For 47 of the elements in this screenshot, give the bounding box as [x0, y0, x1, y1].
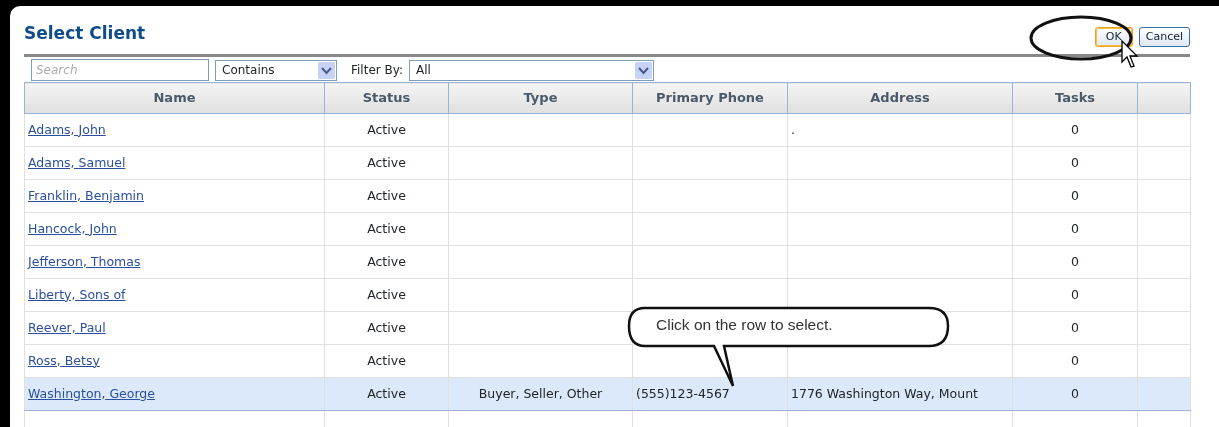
client-name-link[interactable]: Jefferson, Thomas [28, 253, 141, 269]
client-name-link[interactable]: Liberty, Sons of [28, 286, 126, 302]
client-name-link[interactable]: Hancock, John [28, 220, 117, 236]
column-header[interactable]: Tasks [1012, 82, 1138, 114]
table-cell: 0 [1071, 187, 1079, 203]
client-name-link[interactable]: Reever, Paul [28, 319, 106, 335]
dialog-title: Select Client [24, 22, 146, 45]
column-header[interactable]: Address [787, 82, 1013, 114]
dropdown-arrow-icon[interactable] [635, 61, 653, 79]
table-cell: 0 [1071, 352, 1079, 368]
table-cell: Active [367, 286, 406, 302]
table-cell: 0 [1071, 121, 1079, 137]
table-cell: 1776 Washington Way, Mount [791, 385, 978, 401]
table-cell: Buyer, Seller, Other [478, 385, 603, 401]
table-cell: 0 [1071, 319, 1079, 335]
search-field[interactable]: Search [31, 59, 209, 81]
table-cell: Active [367, 187, 406, 203]
table-cell: Active [367, 220, 406, 236]
table-cell: Active [367, 352, 406, 368]
column-header[interactable]: Type [448, 82, 633, 114]
match-dropdown[interactable]: Contains [215, 59, 337, 81]
table-cell: Active [367, 385, 406, 401]
table-cell: (555)123-4567 [636, 385, 730, 401]
filter-dropdown[interactable]: All [409, 59, 655, 81]
table-cell: 0 [1071, 220, 1079, 236]
column-header[interactable]: Primary Phone [632, 82, 788, 114]
table-cell: 0 [1071, 253, 1079, 269]
cancel-button[interactable]: Cancel [1138, 27, 1190, 47]
table-cell: Active [367, 319, 406, 335]
client-name-link[interactable]: Adams, Samuel [28, 154, 126, 170]
table-cell: 0 [1071, 154, 1079, 170]
client-name-link[interactable]: Adams, John [28, 121, 106, 137]
table-cell: Active [367, 253, 406, 269]
table-cell: 0 [1071, 286, 1079, 302]
column-header[interactable]: Status [324, 82, 449, 114]
callout-text: Click on the row to select. [656, 315, 833, 335]
client-name-link[interactable]: Franklin, Benjamin [28, 187, 144, 203]
client-name-link[interactable]: Ross, Betsy [28, 352, 100, 368]
table-cell: 0 [1071, 385, 1079, 401]
table-cell: Active [367, 121, 406, 137]
client-name-link[interactable]: Washington, George [28, 385, 155, 401]
filter-label: Filter By: [351, 62, 404, 79]
cursor-icon [1121, 40, 1139, 70]
column-header[interactable]: Name [24, 82, 325, 114]
table-cell: Active [367, 154, 406, 170]
table-cell: . [791, 121, 795, 137]
dropdown-arrow-icon[interactable] [318, 61, 335, 79]
